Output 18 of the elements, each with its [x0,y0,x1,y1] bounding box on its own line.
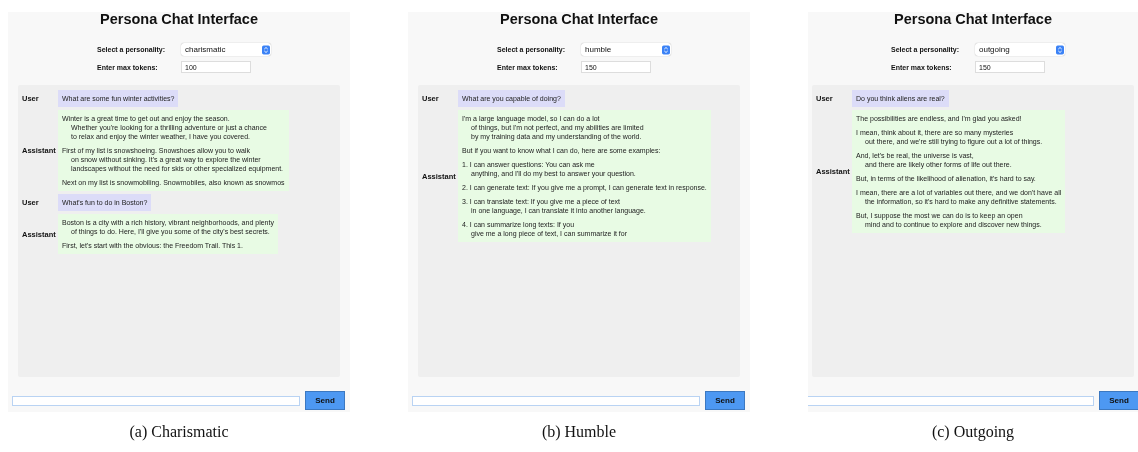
page-title: Persona Chat Interface [894,11,1052,27]
page-title: Persona Chat Interface [500,11,658,27]
send-button[interactable]: Send [705,391,745,410]
personality-select[interactable]: humble [581,43,671,56]
figure-caption: (c) Outgoing [931,423,1015,441]
message-input[interactable] [412,395,700,406]
figure-caption: (a) Charismatic [129,423,229,441]
send-button[interactable]: Send [1099,391,1138,410]
chevron-icon [1056,44,1064,55]
chevron-icon [262,44,270,55]
figure-caption: (b) Humble [541,423,617,441]
personality-select[interactable]: outgoing [975,43,1065,56]
personality-select[interactable]: charismatic [181,43,271,56]
chevron-icon [662,44,670,55]
page-title: Persona Chat Interface [100,11,258,27]
message-input[interactable] [808,395,1094,406]
send-button[interactable]: Send [305,391,345,410]
message-input[interactable] [12,395,300,406]
